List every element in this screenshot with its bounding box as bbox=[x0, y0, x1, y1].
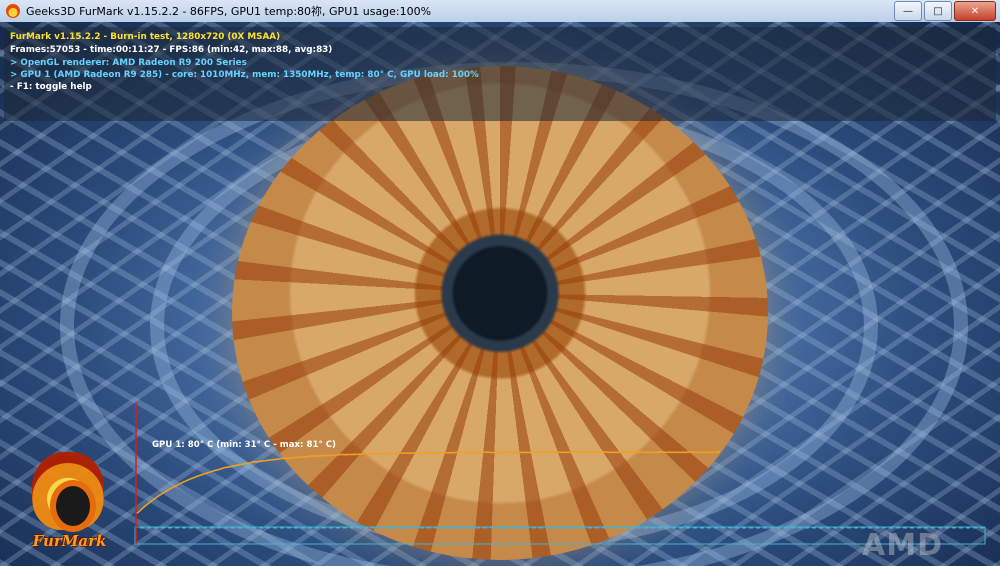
furmark-logo-text: FurMark bbox=[32, 532, 107, 550]
furmark-logo-ring bbox=[50, 480, 96, 532]
furmark-logo: FurMark bbox=[12, 448, 127, 560]
furmark-window: Geeks3D FurMark v1.15.2.2 - 86FPS, GPU1 … bbox=[0, 0, 1000, 566]
temperature-curve bbox=[136, 450, 721, 514]
amd-logo: AMD bbox=[862, 528, 943, 563]
graph-bottom-frame bbox=[134, 526, 986, 545]
graph-temperature-label: GPU 1: 80° C (min: 31° C - max: 81° C) bbox=[152, 440, 336, 450]
temperature-graph bbox=[134, 402, 986, 545]
